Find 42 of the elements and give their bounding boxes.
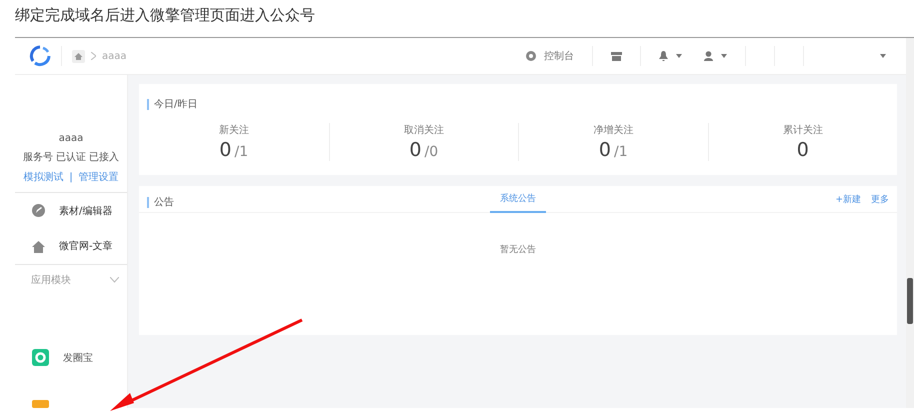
scrollbar-thumb[interactable] — [907, 278, 913, 324]
menu-item[interactable]: 微官网-文章 — [15, 228, 127, 264]
gauge-icon — [526, 51, 536, 61]
card-title: 公告 — [147, 196, 174, 208]
console-link[interactable]: 控制台 — [544, 49, 574, 63]
stat-value: 0/1 — [598, 139, 628, 161]
account-status: 服务号 已认证 已接入 — [22, 150, 120, 164]
caption-text: 绑定完成域名后进入微擎管理页面进入公众号 — [14, 5, 316, 26]
test-link[interactable]: 模拟测试 — [23, 170, 64, 184]
empty-message: 暂无公告 — [500, 244, 536, 257]
account-name: aaaa — [58, 133, 84, 144]
menu-item[interactable]: 素材/编辑器 — [15, 193, 127, 228]
stat-label: 取消关注 — [404, 124, 444, 137]
user-icon[interactable] — [704, 51, 713, 61]
stat-value: 0/0 — [409, 139, 438, 161]
action-link[interactable]: +新建 — [835, 192, 861, 206]
bell-icon[interactable] — [659, 51, 668, 61]
caret-icon — [880, 54, 886, 58]
action-link[interactable]: 更多 — [871, 192, 889, 206]
notice-tab[interactable]: 系统公告 — [490, 186, 546, 212]
store-icon[interactable] — [611, 52, 622, 60]
app-icon — [32, 400, 49, 408]
logo-icon — [29, 45, 51, 67]
chevron-icon — [91, 52, 96, 60]
caret-icon — [721, 54, 727, 58]
app-icon — [32, 349, 49, 366]
home-icon[interactable] — [72, 50, 85, 62]
link-separator: | — [69, 172, 73, 182]
stat-label: 净增关注 — [593, 124, 634, 137]
settings-link[interactable]: 管理设置 — [78, 170, 119, 184]
app-label[interactable]: 发圈宝 — [63, 350, 93, 364]
chevron-icon — [110, 277, 119, 283]
stat-value: 0/1 — [219, 139, 248, 161]
stat-label: 累计关注 — [782, 124, 823, 137]
stat-value: 0 — [796, 139, 809, 161]
breadcrumb-item[interactable]: aaaa — [102, 50, 127, 62]
home-icon — [32, 240, 45, 253]
card-title: 今日/昨日 — [147, 99, 198, 110]
stat-label: 新关注 — [218, 124, 249, 137]
caret-icon — [676, 54, 682, 58]
pencil-icon — [32, 204, 45, 218]
module-section[interactable]: 应用模块 — [15, 264, 127, 287]
